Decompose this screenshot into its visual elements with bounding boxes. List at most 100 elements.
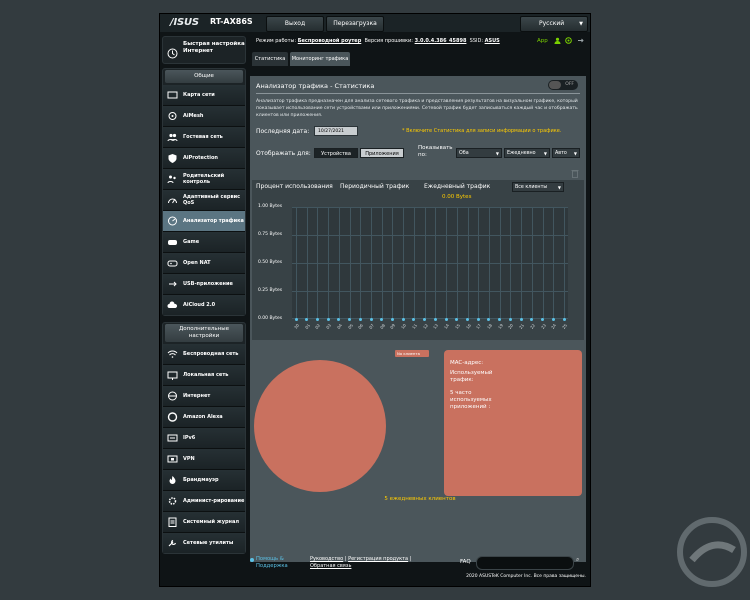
feedback-link[interactable]: Обратная связь [310, 563, 351, 569]
help-support-text: Помощь & Поддержка [256, 556, 288, 569]
data-point[interactable] [541, 317, 545, 321]
tab-bar: Статистика Мониторинг трафика [250, 52, 588, 66]
firmware-value[interactable]: 3.0.0.4.386_45898 [415, 38, 467, 44]
data-point[interactable] [423, 317, 427, 321]
sidebar-item-qos[interactable]: Адаптивный сервис QoS [163, 190, 245, 211]
sidebar-item-lan[interactable]: Локальная сеть [163, 365, 245, 386]
network-map-icon [167, 90, 178, 100]
logout-button[interactable]: Выход [266, 16, 324, 32]
statistics-toggle[interactable]: OFF [548, 80, 578, 90]
data-point[interactable] [433, 317, 437, 321]
aimesh-icon [167, 111, 178, 121]
data-point[interactable] [519, 317, 523, 321]
page-title: Анализатор трафика - Статистика [256, 82, 375, 90]
data-point[interactable] [530, 317, 534, 321]
faq-search-input[interactable] [476, 556, 574, 570]
data-point[interactable] [390, 317, 394, 321]
auto-select[interactable]: Авто ▼ [552, 148, 580, 158]
sidebar-item-globe[interactable]: Интернет [163, 386, 245, 407]
period-select[interactable]: Ежедневно ▼ [504, 148, 550, 158]
sidebar-item-quick-setup[interactable]: Быстрая настройка Интернет [162, 36, 246, 64]
sidebar-item-administration[interactable]: Админист-рирование [163, 491, 245, 512]
usb-status-icon[interactable] [577, 37, 584, 44]
sidebar-item-open-nat[interactable]: Open NAT [163, 253, 245, 274]
sidebar-item-gamepad[interactable]: Game [163, 232, 245, 253]
sidebar-item-network-tools[interactable]: Сетевые утилиты [163, 533, 245, 553]
daily-traffic-value: 0.00 Bytes [442, 194, 472, 200]
data-point[interactable] [498, 317, 502, 321]
data-point[interactable] [444, 317, 448, 321]
tab-usage-percent[interactable]: Процент использования [256, 183, 333, 190]
grid-line-v [564, 207, 565, 319]
language-select[interactable]: Русский ▼ [520, 16, 588, 32]
devices-button[interactable]: Устройства [314, 148, 358, 158]
show-by-label: Показывать по: [418, 145, 453, 158]
data-point[interactable] [455, 317, 459, 321]
sidebar-item-label: Game [183, 239, 200, 245]
grid-line-v [424, 207, 426, 319]
sidebar-item-system-log[interactable]: Системный журнал [163, 512, 245, 533]
sidebar-item-shield[interactable]: AiProtection [163, 148, 245, 169]
data-point[interactable] [476, 317, 480, 321]
sidebar-item-alexa[interactable]: Amazon Alexa [163, 407, 245, 428]
x-tick-label: 13 [432, 322, 440, 330]
chevron-down-icon: ▼ [543, 151, 547, 156]
data-point[interactable] [380, 317, 384, 321]
data-point[interactable] [294, 317, 298, 321]
data-point[interactable] [508, 317, 512, 321]
data-point[interactable] [551, 317, 555, 321]
sidebar-item-wireless[interactable]: Беспроводная сеть [163, 344, 245, 365]
user-icon[interactable] [554, 37, 561, 44]
sidebar-item-cloud[interactable]: AiCloud 2.0 [163, 295, 245, 315]
clients-select[interactable]: Все клиенты ▼ [512, 182, 564, 192]
mode-value[interactable]: Беспроводной роутер [298, 38, 362, 44]
quick-setup-icon [167, 44, 178, 63]
sidebar-item-ipv6[interactable]: IPv6 [163, 428, 245, 449]
x-tick-label: 24 [550, 322, 558, 330]
tab-daily-traffic[interactable]: Ежедневный трафик [424, 183, 490, 190]
usb-icon [167, 279, 178, 289]
sidebar-item-aimesh[interactable]: AiMesh [163, 106, 245, 127]
apps-button[interactable]: Приложения [360, 148, 404, 158]
last-date-field[interactable]: 10/27/2021 [314, 126, 358, 136]
data-point[interactable] [305, 317, 309, 321]
chevron-down-icon: ▼ [579, 21, 583, 27]
data-point[interactable] [315, 317, 319, 321]
data-point[interactable] [401, 317, 405, 321]
traffic-analyzer-panel: Анализатор трафика - Статистика OFF Анал… [250, 76, 586, 562]
sidebar-item-vpn[interactable]: VPN [163, 449, 245, 470]
reboot-button[interactable]: Перезагрузка [326, 16, 384, 32]
sidebar-item-guest-network[interactable]: Гостевая сеть [163, 127, 245, 148]
sidebar-item-parental-control[interactable]: Родительский контроль [163, 169, 245, 190]
data-point[interactable] [369, 317, 373, 321]
sidebar-item-traffic-analyzer[interactable]: Анализатор трафика [163, 211, 245, 232]
sidebar-item-network-map[interactable]: Карта сети [163, 85, 245, 106]
data-point[interactable] [348, 317, 352, 321]
data-point[interactable] [358, 317, 362, 321]
ssid-value[interactable]: ASUS [485, 38, 500, 44]
x-tick-label: 02 [314, 322, 322, 330]
app-label[interactable]: App [537, 38, 548, 44]
help-support-link[interactable]: Помощь & Поддержка [256, 556, 296, 570]
manual-link[interactable]: Руководство [310, 556, 343, 562]
search-icon[interactable]: ⌕ [576, 556, 586, 568]
pie-chart[interactable] [254, 360, 386, 492]
tab-periodic-traffic[interactable]: Периодичный трафик [340, 183, 409, 190]
wireless-icon [167, 349, 178, 359]
data-point[interactable] [562, 317, 566, 321]
tab-statistics[interactable]: Статистика [252, 52, 288, 66]
show-type-select[interactable]: Оба ▼ [456, 148, 502, 158]
register-link[interactable]: Регистрация продукта [348, 556, 408, 562]
data-point[interactable] [466, 317, 470, 321]
auto-value: Авто [555, 151, 567, 156]
sidebar-item-usb[interactable]: USB-приложение [163, 274, 245, 295]
sidebar-item-label: Админист-рирование [183, 498, 245, 504]
data-point[interactable] [326, 317, 330, 321]
sidebar-item-firewall[interactable]: Брандмауэр [163, 470, 245, 491]
network-status-icon[interactable] [565, 37, 573, 44]
asus-logo[interactable]: /ISUS [170, 17, 199, 28]
tab-traffic-monitor[interactable]: Мониторинг трафика [290, 52, 350, 66]
trash-icon[interactable] [571, 169, 579, 178]
sidebar: Быстрая настройка Интернет Общие Карта с… [162, 36, 246, 554]
sidebar-item-label: Гостевая сеть [183, 134, 223, 140]
